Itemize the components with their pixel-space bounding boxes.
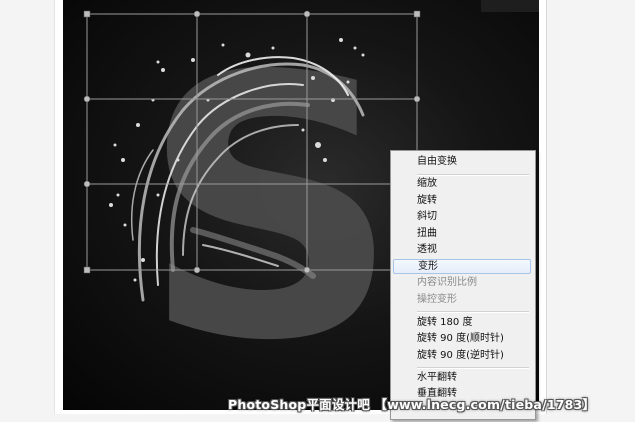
watermark-text: PhotoShop平面设计吧 【www.lnecg.com/tieba/1783… <box>228 397 596 412</box>
menu-separator <box>417 311 529 313</box>
menu-item-content-aware-scale: 内容识别比例 <box>417 277 477 288</box>
menu-item-warp[interactable]: 变形 <box>393 259 531 274</box>
warp-handle[interactable] <box>83 95 91 103</box>
menu-separator <box>417 367 529 369</box>
warp-handle[interactable] <box>303 10 311 18</box>
menu-item-puppet-warp: 操控变形 <box>417 294 457 305</box>
menu-item-skew[interactable]: 斜切 <box>393 209 531 224</box>
warp-handle[interactable] <box>83 180 91 188</box>
menu-item-distort[interactable]: 扭曲 <box>393 226 531 241</box>
menu-item-rotate[interactable]: 旋转 <box>393 193 531 208</box>
warp-handle[interactable] <box>193 266 201 274</box>
menu-item-free-transform[interactable]: 自由变换 <box>393 154 531 169</box>
warp-handle[interactable] <box>83 266 91 274</box>
menu-item-rotate-180[interactable]: 旋转 180 度 <box>393 315 531 330</box>
warp-handle[interactable] <box>83 10 91 18</box>
warp-handle[interactable] <box>303 266 311 274</box>
transform-context-menu: 自由变换 缩放 旋转 斜切 扭曲 透视 变形 内容识别比例 操控变形 旋转 18… <box>390 150 536 420</box>
menu-item-scale[interactable]: 缩放 <box>393 176 531 191</box>
warp-handle[interactable] <box>193 10 201 18</box>
warp-handle[interactable] <box>413 95 421 103</box>
warp-handle[interactable] <box>413 10 421 18</box>
menu-item-rotate-90-cw[interactable]: 旋转 90 度(顺时针) <box>393 331 531 346</box>
menu-item-rotate-90-ccw[interactable]: 旋转 90 度(逆时针) <box>393 348 531 363</box>
menu-item-flip-horizontal[interactable]: 水平翻转 <box>393 370 531 385</box>
menu-item-perspective[interactable]: 透视 <box>393 242 531 257</box>
